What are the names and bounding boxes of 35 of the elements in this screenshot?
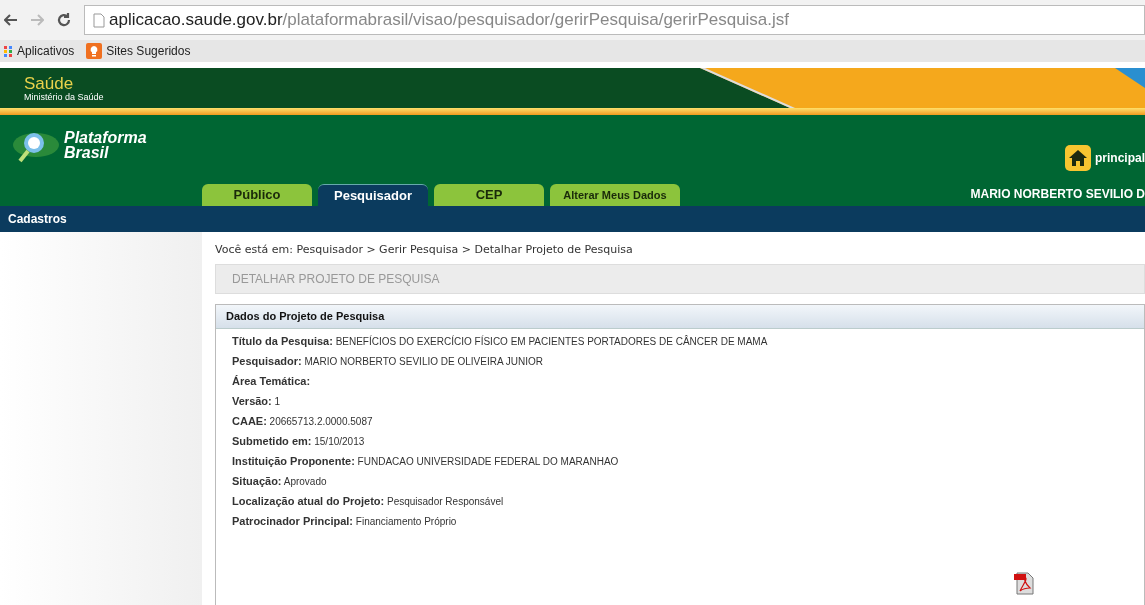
logo-text: Plataforma (64, 130, 147, 145)
field-row-text: Título da Pesquisa: BENEFÍCIOS DO EXERCÍCIO FÍSICO EM PACIENTES PORTADORES DE CÂNCER DE MAMA (232, 334, 769, 349)
field-row-text: Patrocinador Principal: Financiamento Próprio (232, 514, 458, 529)
breadcrumb: Você está em: Pesquisador > Gerir Pesquisa > Detalhar Projeto de Pesquisa (215, 242, 634, 258)
nav-tab[interactable]: CEP (434, 184, 544, 206)
field-row-text: Submetido em: 15/10/2013 (232, 434, 366, 449)
apps-grid-icon (4, 45, 13, 57)
field-row-text: Situação: Aprovado (232, 474, 328, 489)
reload-icon[interactable] (56, 12, 72, 28)
logo-text: Brasil (64, 145, 110, 160)
ministry-subtitle: Ministério da Saúde (24, 91, 105, 102)
url-text: aplicacao.saude.gov.br/plataformabrasil/visao/pesquisador/gerirPesquisa/gerirPesquisa.jsf (109, 9, 790, 32)
field-row-text: Instituição Proponente: FUNDACAO UNIVERSIDADE FEDERAL DO MARANHAO (232, 454, 620, 469)
back-icon[interactable] (4, 14, 18, 26)
field-row-text: Área Temática: (232, 374, 312, 389)
home-link[interactable]: principal (1095, 149, 1145, 167)
address-bar[interactable]: aplicacao.saude.gov.br/plataformabrasil/visao/pesquisador/gerirPesquisa/gerirPesquisa.jsf (84, 5, 1145, 35)
nav-tab[interactable]: Público (202, 184, 312, 206)
field-row-text: Localização atual do Projeto: Pesquisador Responsável (232, 494, 505, 509)
field-row-text: Pesquisador: MARIO NORBERTO SEVILIO DE OLIVEIRA JUNIOR (232, 354, 545, 369)
user-name: MARIO NORBERTO SEVILIO D (970, 186, 1145, 203)
nav-tab[interactable]: Pesquisador (318, 184, 428, 206)
page-title: DETALHAR PROJETO DE PESQUISA (232, 271, 440, 288)
ministry-title: Saúde (24, 74, 75, 92)
nav-tab[interactable]: Alterar Meus Dados (550, 184, 680, 206)
pdf-icon[interactable] (1012, 571, 1034, 595)
home-icon[interactable] (1065, 145, 1091, 171)
lightbulb-icon (86, 43, 103, 59)
page-icon (93, 12, 105, 28)
bookmark[interactable]: Sites Sugeridos (86, 42, 191, 60)
menu-item[interactable]: Cadastros (8, 210, 67, 228)
field-row-text: Versão: 1 (232, 394, 282, 409)
bookmark[interactable]: Aplicativos (4, 42, 75, 60)
field-row-text: CAAE: 20665713.2.0000.5087 (232, 414, 374, 429)
panel-title: Dados do Projeto de Pesquisa (226, 309, 385, 325)
